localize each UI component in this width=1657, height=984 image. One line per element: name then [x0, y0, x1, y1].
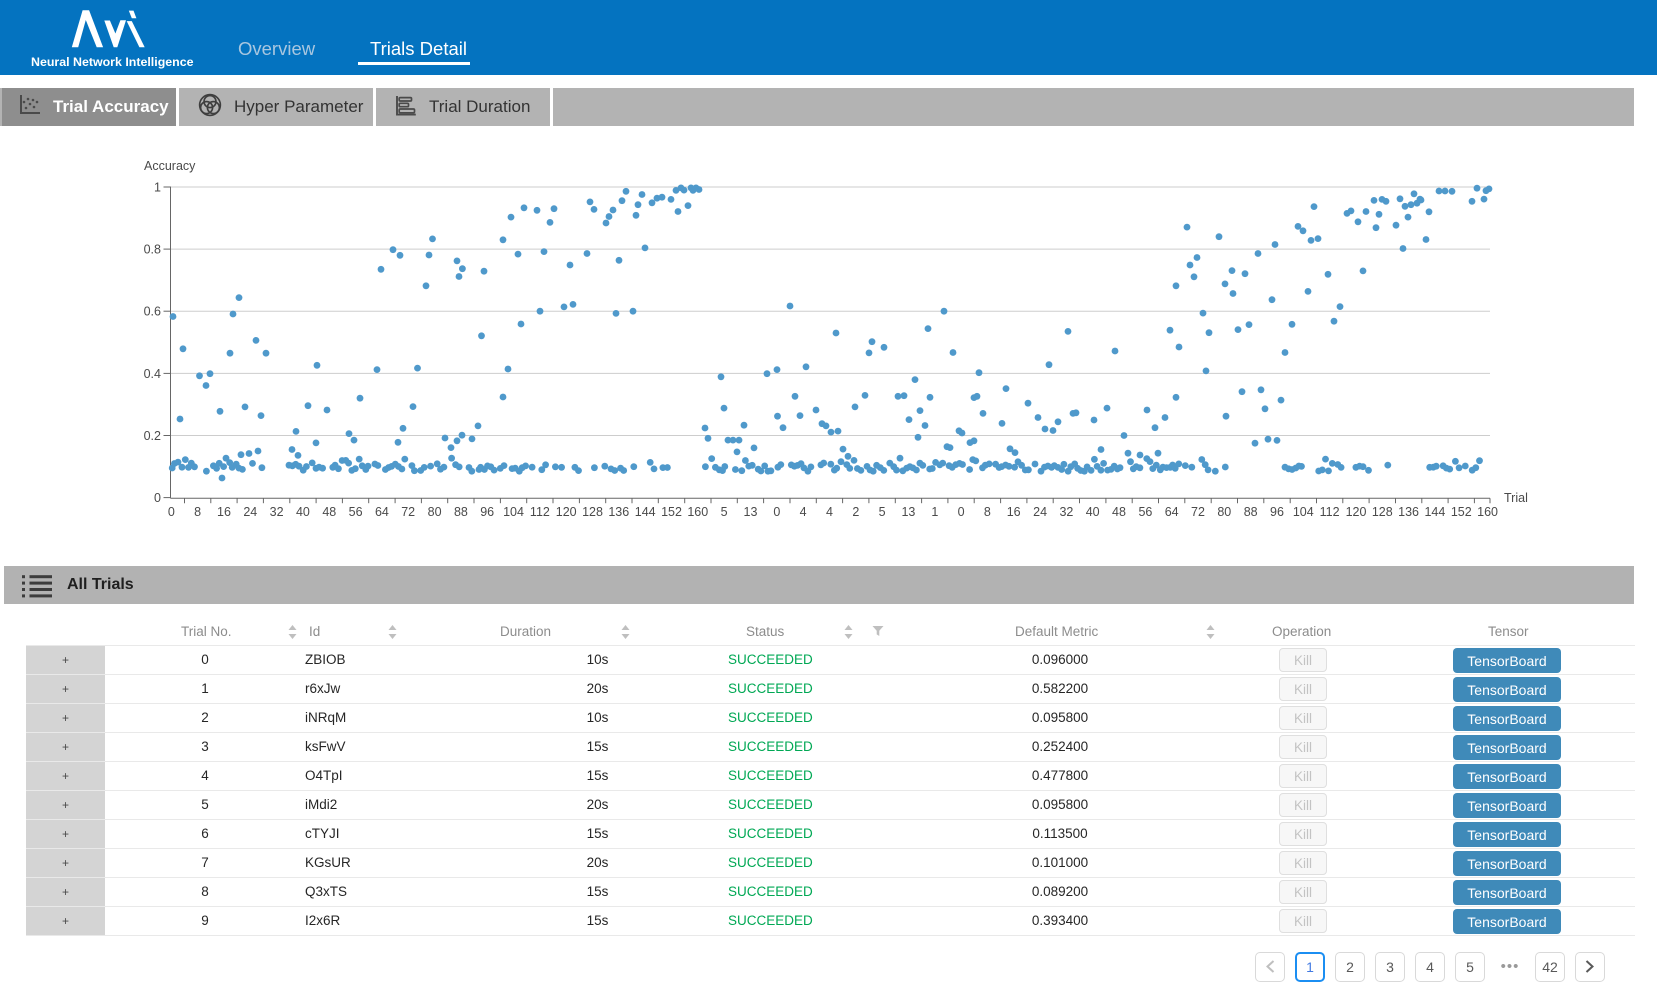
svg-text:Trial: Trial [1504, 491, 1528, 505]
svg-text:72: 72 [1191, 505, 1205, 519]
svg-text:88: 88 [454, 505, 468, 519]
svg-text:96: 96 [1270, 505, 1284, 519]
svg-text:16: 16 [1007, 505, 1021, 519]
svg-text:2: 2 [852, 505, 859, 519]
svg-text:4: 4 [826, 505, 833, 519]
svg-text:56: 56 [1138, 505, 1152, 519]
svg-text:40: 40 [296, 505, 310, 519]
svg-text:5: 5 [879, 505, 886, 519]
svg-text:0: 0 [958, 505, 965, 519]
svg-text:48: 48 [322, 505, 336, 519]
svg-text:112: 112 [1320, 505, 1340, 519]
svg-text:0: 0 [154, 491, 161, 505]
svg-text:72: 72 [401, 505, 415, 519]
svg-text:8: 8 [984, 505, 991, 519]
svg-text:1: 1 [154, 181, 161, 195]
svg-text:32: 32 [270, 505, 284, 519]
svg-text:136: 136 [608, 505, 629, 519]
svg-text:152: 152 [661, 505, 682, 519]
svg-text:0.6: 0.6 [144, 305, 161, 319]
svg-text:13: 13 [744, 505, 758, 519]
svg-text:0: 0 [773, 505, 780, 519]
svg-text:112: 112 [530, 505, 550, 519]
svg-text:32: 32 [1059, 505, 1073, 519]
svg-text:16: 16 [217, 505, 231, 519]
svg-text:40: 40 [1086, 505, 1100, 519]
svg-text:8: 8 [194, 505, 201, 519]
svg-text:120: 120 [1346, 505, 1367, 519]
svg-text:48: 48 [1112, 505, 1126, 519]
svg-text:120: 120 [556, 505, 577, 519]
svg-text:104: 104 [1293, 505, 1314, 519]
svg-text:0: 0 [168, 505, 175, 519]
svg-text:128: 128 [582, 505, 603, 519]
svg-text:144: 144 [1424, 505, 1445, 519]
svg-text:24: 24 [1033, 505, 1047, 519]
svg-text:144: 144 [635, 505, 656, 519]
svg-text:152: 152 [1451, 505, 1472, 519]
svg-text:4: 4 [800, 505, 807, 519]
svg-text:5: 5 [721, 505, 728, 519]
svg-text:13: 13 [901, 505, 915, 519]
svg-text:104: 104 [503, 505, 524, 519]
svg-text:96: 96 [480, 505, 494, 519]
svg-text:24: 24 [243, 505, 257, 519]
svg-text:0.4: 0.4 [144, 367, 161, 381]
svg-text:64: 64 [1165, 505, 1179, 519]
svg-text:160: 160 [687, 505, 708, 519]
svg-text:56: 56 [349, 505, 363, 519]
svg-text:80: 80 [1217, 505, 1231, 519]
svg-text:160: 160 [1477, 505, 1498, 519]
svg-text:0.2: 0.2 [144, 429, 161, 443]
svg-text:80: 80 [428, 505, 442, 519]
svg-text:64: 64 [375, 505, 389, 519]
svg-text:Accuracy: Accuracy [144, 159, 196, 173]
svg-text:1: 1 [931, 505, 938, 519]
svg-text:136: 136 [1398, 505, 1419, 519]
svg-text:88: 88 [1244, 505, 1258, 519]
svg-text:0.8: 0.8 [144, 243, 161, 257]
svg-text:128: 128 [1372, 505, 1393, 519]
